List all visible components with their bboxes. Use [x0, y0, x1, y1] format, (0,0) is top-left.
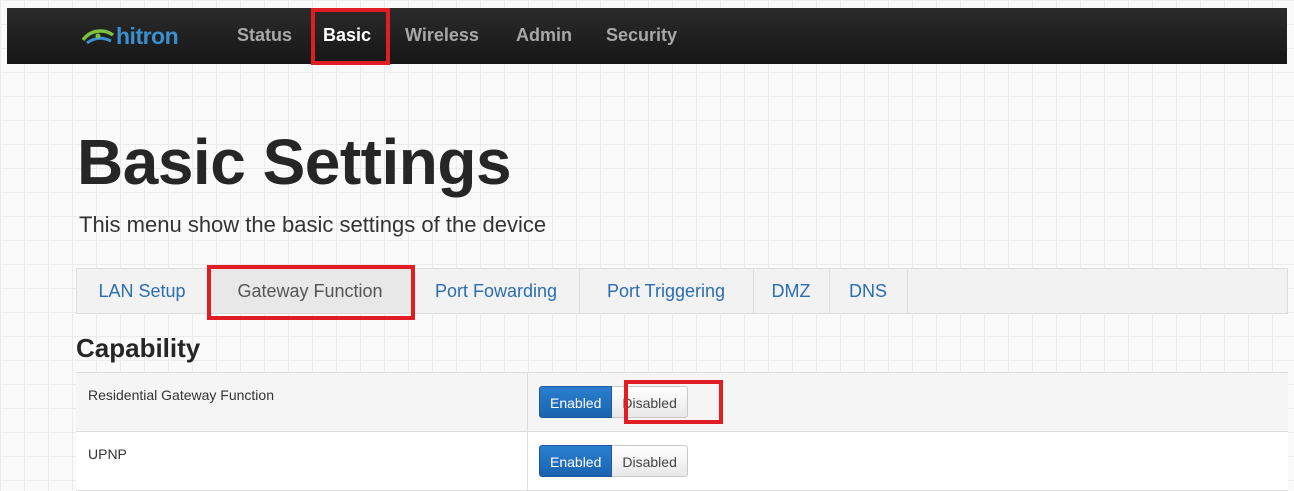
- column-divider: [527, 373, 528, 431]
- highlight-box-disabled-button: [624, 380, 723, 424]
- section-title-capability: Capability: [76, 333, 201, 363]
- residential-gateway-enabled-button[interactable]: Enabled: [539, 386, 613, 418]
- nav-admin[interactable]: Admin: [516, 25, 572, 46]
- setting-label-upnp: UPNP: [88, 446, 127, 462]
- table-row: UPNP Enabled Disabled: [76, 432, 1288, 491]
- tab-dns[interactable]: DNS: [829, 269, 908, 313]
- tab-lan-setup[interactable]: LAN Setup: [77, 269, 208, 313]
- page-title: Basic Settings: [77, 126, 512, 198]
- hitron-swoosh-icon: [81, 29, 115, 45]
- hitron-logo[interactable]: hitron: [81, 21, 179, 51]
- brand-name: hitron: [116, 22, 179, 49]
- highlight-box-basic: [311, 8, 390, 65]
- nav-security[interactable]: Security: [606, 25, 677, 46]
- upnp-toggle: Enabled Disabled: [539, 445, 688, 477]
- page-subtitle: This menu show the basic settings of the…: [79, 212, 547, 237]
- tab-port-forwarding[interactable]: Port Fowarding: [413, 269, 580, 313]
- top-navbar: hitron Status Basic Wireless Admin Secur…: [7, 8, 1287, 64]
- tab-port-triggering[interactable]: Port Triggering: [579, 269, 754, 313]
- upnp-disabled-button[interactable]: Disabled: [612, 445, 688, 477]
- highlight-box-gateway-tab: [207, 265, 415, 320]
- setting-label-residential-gateway: Residential Gateway Function: [88, 387, 274, 403]
- upnp-enabled-button[interactable]: Enabled: [539, 445, 613, 477]
- column-divider: [527, 432, 528, 490]
- nav-wireless[interactable]: Wireless: [405, 25, 479, 46]
- nav-status[interactable]: Status: [237, 25, 292, 46]
- tab-dmz[interactable]: DMZ: [753, 269, 830, 313]
